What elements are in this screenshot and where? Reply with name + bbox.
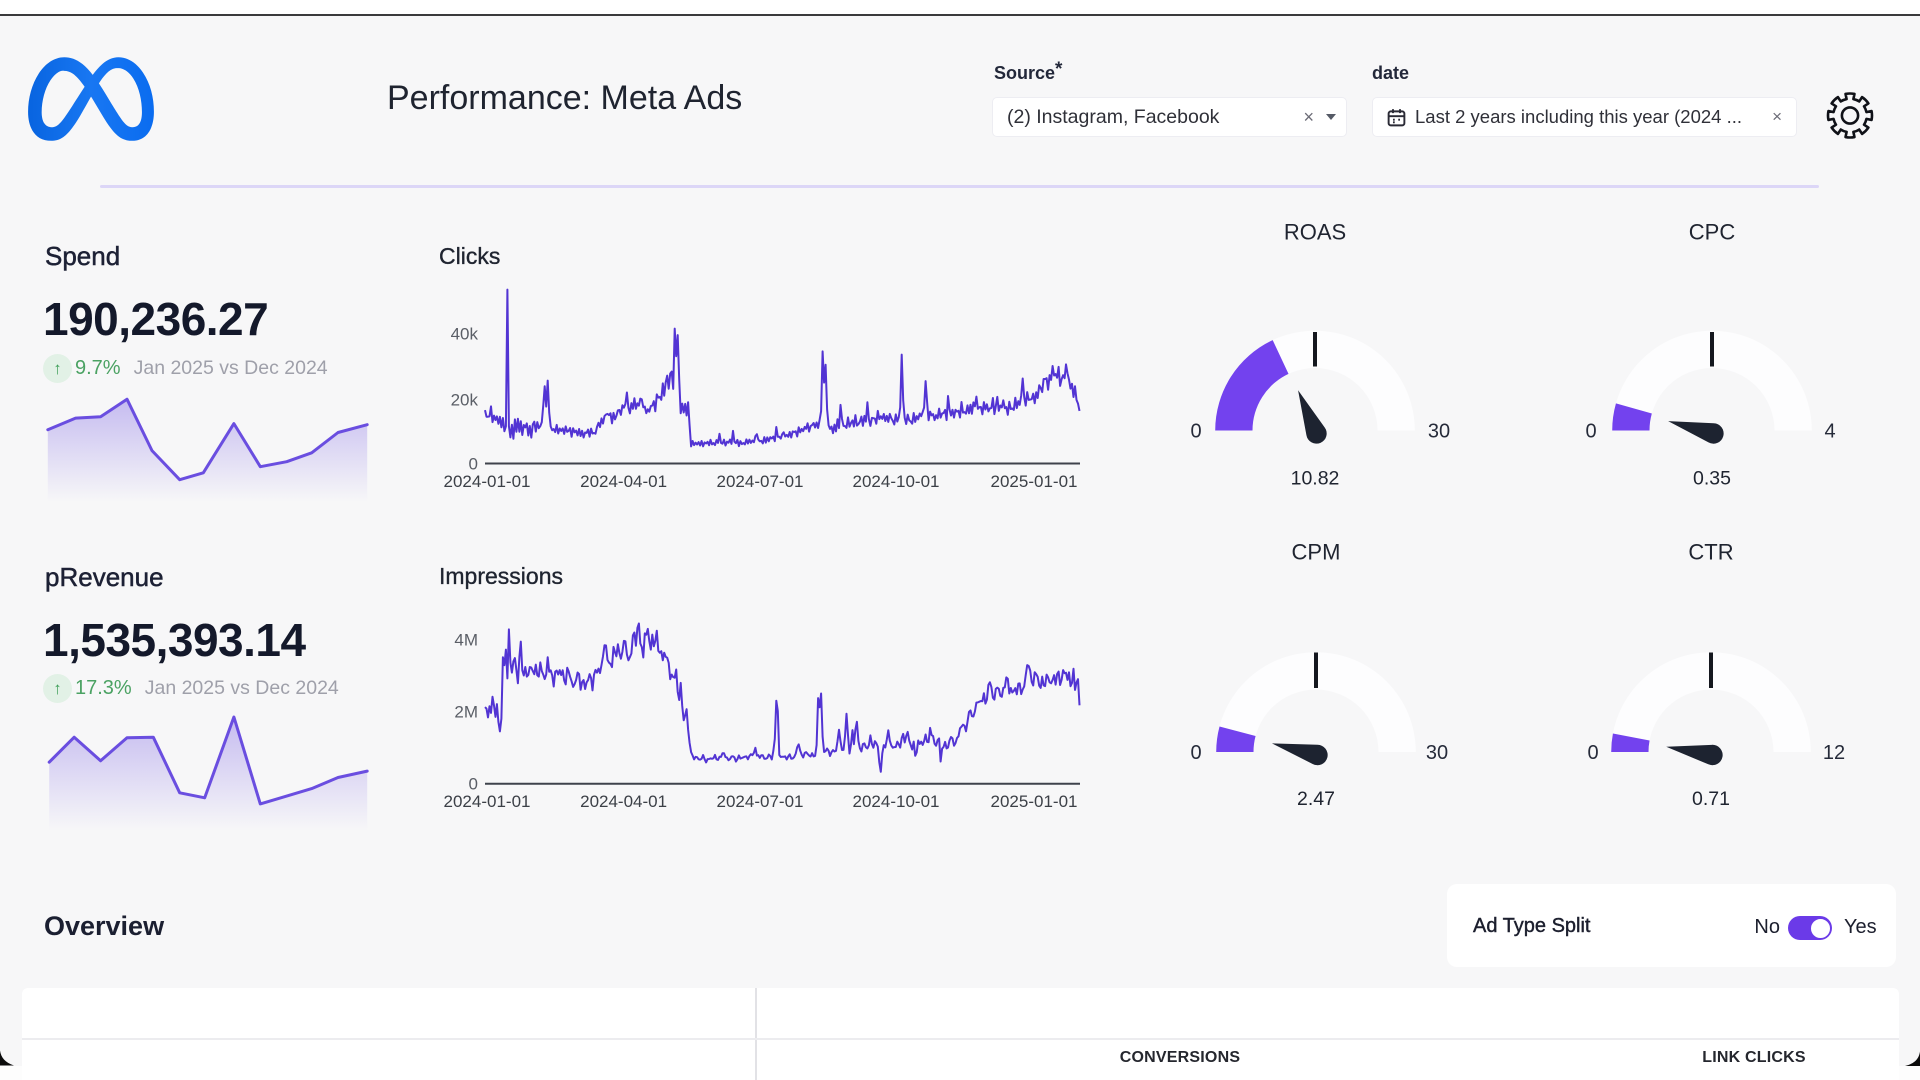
svg-text:2024-01-01: 2024-01-01: [444, 792, 531, 811]
svg-text:0: 0: [469, 775, 478, 794]
svg-text:30: 30: [1428, 421, 1450, 443]
svg-text:0.71: 0.71: [1692, 788, 1730, 810]
svg-text:ROAS: ROAS: [1284, 220, 1346, 245]
svg-text:4M: 4M: [454, 631, 478, 650]
svg-text:2025-01-01: 2025-01-01: [991, 472, 1078, 491]
svg-text:2025-01-01: 2025-01-01: [991, 792, 1078, 811]
svg-text:2.47: 2.47: [1297, 788, 1335, 810]
svg-text:2024-10-01: 2024-10-01: [853, 792, 940, 811]
svg-text:40k: 40k: [451, 325, 479, 344]
svg-text:30: 30: [1426, 742, 1448, 764]
svg-text:CTR: CTR: [1688, 540, 1733, 565]
svg-text:0.35: 0.35: [1693, 468, 1731, 490]
svg-text:0: 0: [469, 455, 478, 474]
svg-text:10.82: 10.82: [1291, 468, 1340, 490]
svg-text:2024-01-01: 2024-01-01: [444, 472, 531, 491]
svg-text:12: 12: [1823, 742, 1845, 764]
svg-text:CPM: CPM: [1292, 540, 1341, 565]
svg-text:2024-07-01: 2024-07-01: [717, 472, 804, 491]
svg-text:CPC: CPC: [1689, 220, 1736, 245]
svg-text:2024-04-01: 2024-04-01: [580, 792, 667, 811]
svg-text:0: 0: [1587, 742, 1598, 764]
svg-text:0: 0: [1190, 742, 1201, 764]
svg-text:0: 0: [1585, 421, 1596, 443]
svg-text:0: 0: [1190, 421, 1201, 443]
svg-text:2024-10-01: 2024-10-01: [853, 472, 940, 491]
svg-text:4: 4: [1824, 421, 1835, 443]
svg-text:2024-04-01: 2024-04-01: [580, 472, 667, 491]
svg-text:2M: 2M: [454, 703, 478, 722]
svg-text:20k: 20k: [451, 391, 479, 410]
svg-text:2024-07-01: 2024-07-01: [717, 792, 804, 811]
